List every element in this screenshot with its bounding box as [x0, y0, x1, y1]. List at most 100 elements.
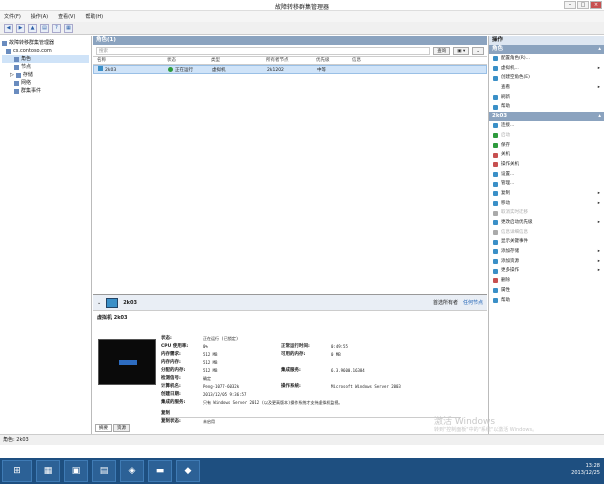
action-icon [493, 288, 498, 294]
action-label: 属性 [501, 287, 510, 293]
action-item[interactable]: 删除 [489, 276, 604, 286]
running-icon [168, 67, 173, 72]
actions-section-vm[interactable]: 2k03 ▴ [489, 112, 604, 122]
action-icon [493, 200, 498, 206]
action-label: 移动 [501, 200, 510, 206]
actions-title: 操作 [489, 36, 604, 45]
action-item[interactable]: 刷新 [489, 93, 604, 103]
action-item[interactable]: 帮助 [489, 102, 604, 112]
col-status[interactable]: 状态 [167, 57, 211, 64]
tab-summary[interactable]: 摘要 [95, 424, 112, 432]
menu-help[interactable]: 帮助(H) [85, 13, 103, 20]
minimize-button[interactable]: – [564, 1, 576, 9]
menu-action[interactable]: 操作(A) [31, 13, 48, 20]
events-icon [14, 88, 19, 94]
action-item[interactable]: 移动 ▸ [489, 199, 604, 209]
action-label: 帮助 [501, 297, 510, 303]
action-item[interactable]: 属性 [489, 286, 604, 296]
action-item[interactable]: 显示关键事件 [489, 237, 604, 247]
action-item[interactable]: 创建空角色(E) [489, 73, 604, 83]
taskbar-clock[interactable]: 13:28 2013/12/25 [571, 463, 600, 477]
grid-header: 名称 状态 类型 所有者节点 优先级 信息 [93, 57, 487, 65]
command-prompt-icon[interactable]: ▬ [148, 460, 172, 482]
collapse-up-icon[interactable]: ▴ [598, 112, 601, 121]
close-button[interactable]: × [590, 1, 602, 9]
tree-root[interactable]: 故障转移群集管理器 [2, 39, 89, 47]
collapse-button[interactable]: ⌄ [472, 46, 484, 55]
action-item[interactable]: 查看 ▸ [489, 83, 604, 93]
action-item[interactable]: 配置角色(R)... [489, 54, 604, 64]
tree-item-events[interactable]: 群集事件 [2, 87, 89, 95]
col-name[interactable]: 名称 [93, 57, 167, 64]
action-icon [493, 220, 498, 226]
properties-icon[interactable]: ▦ [64, 23, 73, 33]
action-label: 关机 [501, 152, 510, 158]
action-item[interactable]: 更改启动优先级 ▸ [489, 218, 604, 228]
hyperv-manager-icon[interactable]: ◆ [176, 460, 200, 482]
submenu-arrow-icon: ▸ [597, 249, 600, 255]
action-label: 更改启动优先级 [501, 220, 533, 225]
back-icon[interactable]: ◀ [4, 23, 13, 33]
action-item[interactable]: 设置... [489, 170, 604, 180]
help-icon[interactable]: ? [52, 23, 61, 33]
col-owner[interactable]: 所有者节点 [266, 57, 316, 64]
action-icon [493, 181, 498, 187]
action-item[interactable]: 取消实时迁移 [489, 208, 604, 218]
any-node-link[interactable]: 任何节点 [463, 299, 483, 306]
action-item[interactable]: 复制 ▸ [489, 189, 604, 199]
action-label: 添加资源 [501, 258, 519, 264]
actions-section-roles[interactable]: 角色 ▴ [489, 45, 604, 54]
collapse-detail-icon[interactable]: ⌄ [97, 300, 101, 306]
collapse-up-icon[interactable]: ▴ [598, 45, 601, 54]
actions-pane: 操作 角色 ▴ 配置角色(R)... 虚拟机... ▸ 创建空角色(E) 查看 ▸ 刷新 帮助 … [488, 36, 604, 434]
tree-item-storage[interactable]: ▷ 存储 [2, 71, 89, 79]
action-item[interactable]: 保存 [489, 141, 604, 151]
submenu-arrow-icon: ▸ [597, 200, 600, 206]
action-item[interactable]: 关机 [489, 150, 604, 160]
action-item[interactable]: 操作关机 [489, 160, 604, 170]
col-type[interactable]: 类型 [211, 57, 266, 64]
action-icon [493, 191, 498, 197]
action-item[interactable]: 添加资源 ▸ [489, 257, 604, 267]
table-row[interactable]: 2k03 正在运行 虚拟机 2k1202 中等 [93, 65, 487, 74]
server-manager-icon[interactable]: ▣ [64, 460, 88, 482]
action-item[interactable]: 帮助 [489, 296, 604, 306]
action-item[interactable]: 更多操作 ▸ [489, 266, 604, 276]
up-folder-icon[interactable]: ▲ [28, 23, 37, 33]
action-icon [493, 171, 498, 177]
col-info[interactable]: 信息 [352, 57, 412, 64]
tree-item-roles[interactable]: 角色 [2, 55, 89, 63]
tree-item-networks[interactable]: 网络 [2, 79, 89, 87]
start-button[interactable]: ⊞ [2, 460, 32, 482]
query-button[interactable]: 查询 [433, 46, 451, 55]
menu-file[interactable]: 文件(F) [4, 13, 21, 20]
expand-icon[interactable]: ▷ [10, 71, 14, 79]
maximize-button[interactable]: □ [577, 1, 589, 9]
action-item[interactable]: 信息详细信息 [489, 228, 604, 238]
tab-resources[interactable]: 资源 [113, 424, 130, 432]
action-label: 删除 [501, 278, 510, 284]
forward-icon[interactable]: ▶ [16, 23, 25, 33]
action-item[interactable]: 添加存储 ▸ [489, 247, 604, 257]
action-label: 配置角色(R)... [501, 56, 530, 61]
powershell-icon[interactable]: ▤ [92, 460, 116, 482]
action-label: 设置... [501, 171, 515, 177]
save-query-button[interactable]: ▣ ▾ [453, 46, 470, 55]
vm-icon [106, 297, 119, 308]
action-item[interactable]: 管理... [489, 179, 604, 189]
action-item[interactable]: 连接... [489, 121, 604, 131]
action-item[interactable]: 启动 [489, 131, 604, 141]
file-explorer-icon[interactable]: ▦ [36, 460, 60, 482]
menu-view[interactable]: 查看(V) [58, 13, 75, 20]
cluster-manager-taskbar-icon[interactable]: ◈ [120, 460, 144, 482]
roles-header: 角色(1) [93, 36, 487, 45]
search-input[interactable]: 搜索 [96, 46, 431, 55]
col-priority[interactable]: 优先级 [316, 57, 352, 64]
vm-preview-thumbnail[interactable] [98, 339, 156, 385]
tree-cluster[interactable]: cs.contoso.com [2, 47, 89, 55]
action-icon [493, 75, 498, 81]
tree-item-nodes[interactable]: 节点 [2, 63, 89, 71]
action-item[interactable]: 虚拟机... ▸ [489, 64, 604, 74]
vm-properties: 状态: 正在运行 (已锁定) CPU 使用率: 0% 正常运行时间: 0:49:55 内… [161, 335, 461, 426]
show-tree-icon[interactable]: ▤ [40, 23, 49, 33]
